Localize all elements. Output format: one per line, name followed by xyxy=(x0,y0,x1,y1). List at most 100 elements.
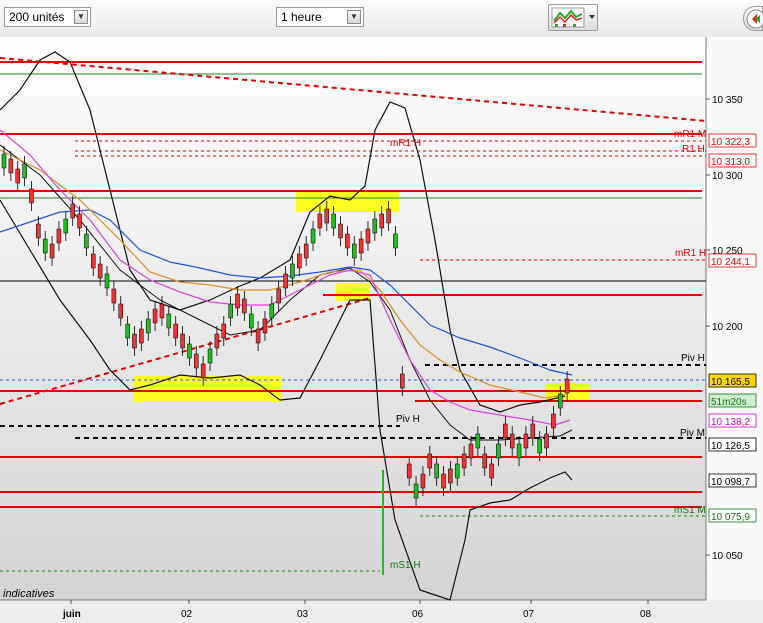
candle-down xyxy=(152,308,158,324)
level-label: Piv M xyxy=(680,428,705,439)
level-label: mS1 H xyxy=(390,560,421,571)
highlight-zone xyxy=(296,190,399,212)
price-label: 10 098,7 xyxy=(711,477,750,488)
candle-down xyxy=(489,463,494,479)
price-label: 10 313,0 xyxy=(711,157,750,168)
candle-up xyxy=(516,443,522,459)
candle-down xyxy=(468,443,474,459)
period-select[interactable]: 1 heure ▼ xyxy=(276,7,364,27)
chart-indicators-icon xyxy=(551,7,595,28)
candle-down xyxy=(303,243,309,259)
candle-up xyxy=(125,323,130,339)
candle-up xyxy=(166,313,172,329)
candle-down xyxy=(482,453,487,469)
candle-down xyxy=(461,453,467,469)
navigate-button[interactable] xyxy=(743,6,763,31)
candle-up xyxy=(413,483,419,499)
x-tick-label: juin xyxy=(62,609,81,620)
price-label: 10 165,5 xyxy=(711,377,750,388)
candle-down xyxy=(400,373,405,389)
candle-down xyxy=(406,463,412,479)
y-tick-label: 10 050 xyxy=(712,551,743,562)
candle-up xyxy=(537,438,542,454)
quantity-select[interactable]: 200 unités ▼ xyxy=(4,7,91,27)
candle-down xyxy=(180,333,185,349)
candle-down xyxy=(132,333,137,349)
candle-down xyxy=(70,203,75,219)
candle-up xyxy=(331,213,336,229)
candle-down xyxy=(386,208,391,224)
candle-down xyxy=(77,213,82,229)
highlight-zone xyxy=(336,283,370,301)
price-chart[interactable]: mR1 M R1 H mR1 H mR1 H Piv H Piv H Piv M mS1 M m… xyxy=(0,37,763,623)
candle-down xyxy=(551,413,556,429)
candle-up xyxy=(393,233,398,249)
candle-up xyxy=(558,393,563,409)
x-tick-label: 02 xyxy=(181,609,193,620)
candle-down xyxy=(441,473,446,489)
candle-up xyxy=(84,233,89,249)
candle-up xyxy=(372,218,378,234)
chevron-down-icon[interactable]: ▼ xyxy=(74,10,88,24)
candle-up xyxy=(187,343,192,359)
candle-up xyxy=(290,263,295,279)
candle-up xyxy=(496,443,501,459)
price-label: 10 138,2 xyxy=(711,417,750,428)
candle-down xyxy=(544,433,549,449)
candle-up xyxy=(434,463,439,479)
candle-up xyxy=(22,163,27,179)
candle-down xyxy=(324,208,330,224)
candle-down xyxy=(283,273,288,289)
candle-down xyxy=(111,288,117,304)
candle-down xyxy=(420,473,426,489)
candle-down xyxy=(159,303,165,319)
candle-down xyxy=(173,323,178,339)
candle-up xyxy=(42,238,48,254)
chevron-down-icon[interactable]: ▼ xyxy=(347,10,361,24)
candle-down xyxy=(194,353,199,369)
level-label: mR1 M xyxy=(674,129,706,140)
candle-down xyxy=(379,213,384,229)
candle-up xyxy=(228,303,233,319)
candle-up xyxy=(248,313,254,329)
candle-down xyxy=(255,328,261,344)
candle-down xyxy=(49,243,55,259)
candle-down xyxy=(118,303,123,319)
level-label: Piv H xyxy=(396,414,420,425)
candle-down xyxy=(297,253,302,269)
price-label: 10 244,1 xyxy=(711,257,750,268)
x-tick-label: 07 xyxy=(523,609,535,620)
indicators-button[interactable] xyxy=(548,4,598,31)
candle-down xyxy=(358,238,364,254)
toolbar: 200 unités ▼ 1 heure ▼ xyxy=(0,0,763,38)
candle-down xyxy=(29,188,34,204)
candle-down xyxy=(56,228,62,244)
candle-up xyxy=(63,218,69,234)
candle-up xyxy=(1,153,7,169)
candle-down xyxy=(317,213,323,229)
candle-down xyxy=(523,433,529,449)
price-label: 10 322,3 xyxy=(711,137,750,148)
level-label: Piv H xyxy=(681,353,705,364)
x-tick-label: 08 xyxy=(640,609,652,620)
quantity-select-value: 200 unités xyxy=(9,10,65,24)
back-forward-icon xyxy=(746,9,763,29)
candle-up xyxy=(269,303,275,319)
candle-down xyxy=(97,263,103,279)
candle-down xyxy=(448,468,453,484)
candle-down xyxy=(36,223,41,239)
candle-down xyxy=(338,223,343,239)
candle-down xyxy=(235,293,240,309)
candle-down xyxy=(214,333,220,349)
candle-up xyxy=(207,348,213,364)
note-label: indicatives xyxy=(3,588,55,600)
candle-up xyxy=(310,228,316,244)
price-label: 10 126,5 xyxy=(711,441,750,452)
y-tick-label: 10 200 xyxy=(712,322,743,333)
candle-down xyxy=(365,228,371,244)
level-label: mS1 M xyxy=(674,505,706,516)
candle-down xyxy=(276,288,281,304)
price-label: 10 075,9 xyxy=(711,512,750,523)
period-select-value: 1 heure xyxy=(281,10,322,24)
candle-down xyxy=(262,318,268,334)
